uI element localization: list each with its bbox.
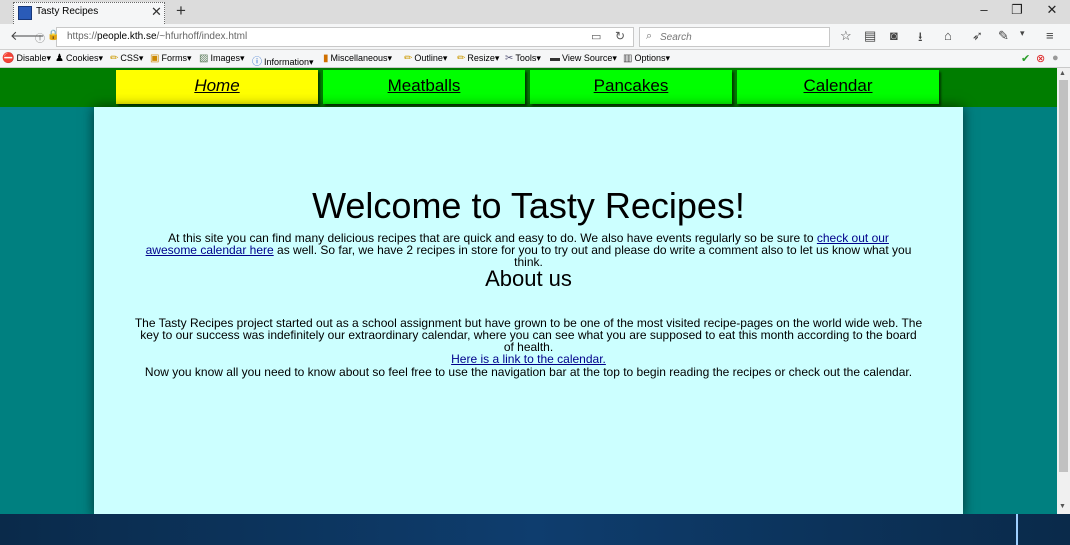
about-paragraph: The Tasty Recipes project started out as… [134,316,923,366]
toolbar-item-cookies[interactable]: ♟ Cookies▾ [55,53,103,64]
lock-icon[interactable]: 🔒 [47,30,59,41]
home-icon[interactable]: ⌂ [944,28,952,43]
toolbar-item-resize[interactable]: ✏ Resize▾ [457,53,499,64]
desktop-taskbar [0,514,1070,545]
main-content: Welcome to Tasty Recipes! At this site y… [94,107,963,514]
nav-meatballs-label[interactable]: Meatballs [323,70,525,102]
search-box[interactable]: ⌕ Search [639,27,830,47]
toolbar-item-outline[interactable]: ✏ Outline▾ [404,53,447,64]
form-icon: ▣ [150,53,160,64]
bookmark-star-icon[interactable]: ☆ [840,28,852,44]
toolbar-item-css[interactable]: ✏ CSS▾ [110,53,143,64]
info-icon: ⓘ [252,57,262,68]
outro-paragraph: Now you know all you need to know about … [144,365,913,379]
minimize-icon[interactable]: – [974,2,994,17]
send-icon[interactable]: ➶ [972,28,983,44]
search-placeholder: Search [660,32,692,43]
restore-icon[interactable]: ❐ [1007,2,1027,18]
browser-tab[interactable]: Tasty Recipes ✕ [13,2,165,24]
nav-calendar-label[interactable]: Calendar [737,70,939,102]
url-text[interactable]: https://people.kth.se/~hfurhoff/index.ht… [67,31,247,42]
nav-pancakes-button[interactable]: Pancakes [530,70,732,104]
intro-paragraph: At this site you can find many delicious… [145,231,912,269]
misc-icon: ▮ [323,53,329,64]
tab-strip: Tasty Recipes ✕ + – ❐ ✕ [0,0,1070,24]
nav-meatballs-button[interactable]: Meatballs [323,70,525,104]
toolbar-item-information[interactable]: ⓘ Information▾ [252,53,314,68]
web-developer-toolbar: ⛔ Disable▾ ♟ Cookies▾ ✏ CSS▾ ▣ Forms▾ ▨ Image… [0,50,1070,68]
page-viewport: Home Meatballs Pancakes Calendar Welcome… [0,68,1057,514]
tab-title: Tasty Recipes [36,6,99,17]
no-entry-icon: ⛔ [2,53,15,64]
toolbar-item-images[interactable]: ▨ Images▾ [199,53,245,64]
nav-home-button[interactable]: Home [116,70,318,104]
page-title: Welcome to Tasty Recipes! [312,185,745,226]
hamburger-menu-icon[interactable]: ≡ [1046,28,1054,43]
toolbar-item-miscellaneous[interactable]: ▮ Miscellaneous▾ [323,53,392,64]
favicon-icon [18,6,32,20]
scroll-down-icon[interactable]: ▼ [1059,503,1066,510]
error-icon[interactable]: ⊗ [1036,52,1045,65]
calendar-link-2[interactable]: Here is a link to the calendar. [451,352,606,366]
vertical-scrollbar[interactable]: ▲ ▼ [1057,68,1070,514]
toolbar-item-forms[interactable]: ▣ Forms▾ [150,53,191,64]
about-heading: About us [485,266,572,291]
extension-icon[interactable]: ✎ [998,28,1009,44]
reader-view-icon[interactable]: ▭ [591,30,601,43]
site-navigation-bar: Home Meatballs Pancakes Calendar [0,68,1057,107]
new-tab-icon[interactable]: + [176,1,186,21]
pencil-icon: ✏ [457,53,466,64]
library-icon[interactable]: ▤ [864,28,876,44]
pencil-icon: ✏ [110,53,119,64]
tools-icon: ✂ [505,53,514,64]
toolbar-item-options[interactable]: ▥ Options▾ [623,53,670,64]
taskbar-divider [1016,514,1018,545]
validation-ok-icon[interactable]: ✔ [1021,52,1030,65]
nav-calendar-button[interactable]: Calendar [737,70,939,104]
navigation-toolbar: 🡐 ⓘ 🔒 https://people.kth.se/~hfurhoff/in… [0,24,1070,50]
image-icon: ▨ [199,53,209,64]
scroll-up-icon[interactable]: ▲ [1059,70,1066,77]
person-icon: ♟ [55,53,64,64]
status-dot-icon[interactable]: ● [1052,52,1059,64]
close-tab-icon[interactable]: ✕ [151,4,162,20]
search-icon: ⌕ [646,30,653,42]
toolbar-item-view-source[interactable]: ▬ View Source▾ [550,53,617,64]
toolbar-item-tools[interactable]: ✂ Tools▾ [505,53,541,64]
overflow-menu-icon[interactable]: ▾ [1020,28,1025,39]
pocket-icon[interactable]: ◙ [890,28,898,43]
scroll-thumb[interactable] [1059,80,1068,472]
pencil-icon: ✏ [404,53,413,64]
nav-home-label[interactable]: Home [116,70,318,102]
download-icon[interactable]: ⭳ [918,28,923,50]
monitor-icon: ▬ [550,53,560,64]
window-close-icon[interactable]: ✕ [1042,2,1062,18]
options-icon: ▥ [623,53,633,64]
reload-icon[interactable]: ↻ [615,29,625,43]
nav-pancakes-label[interactable]: Pancakes [530,70,732,102]
info-icon[interactable]: ⓘ [35,30,45,45]
url-bar[interactable]: ⓘ 🔒 https://people.kth.se/~hfurhoff/inde… [35,27,634,47]
toolbar-item-disable[interactable]: ⛔ Disable▾ [2,53,51,64]
